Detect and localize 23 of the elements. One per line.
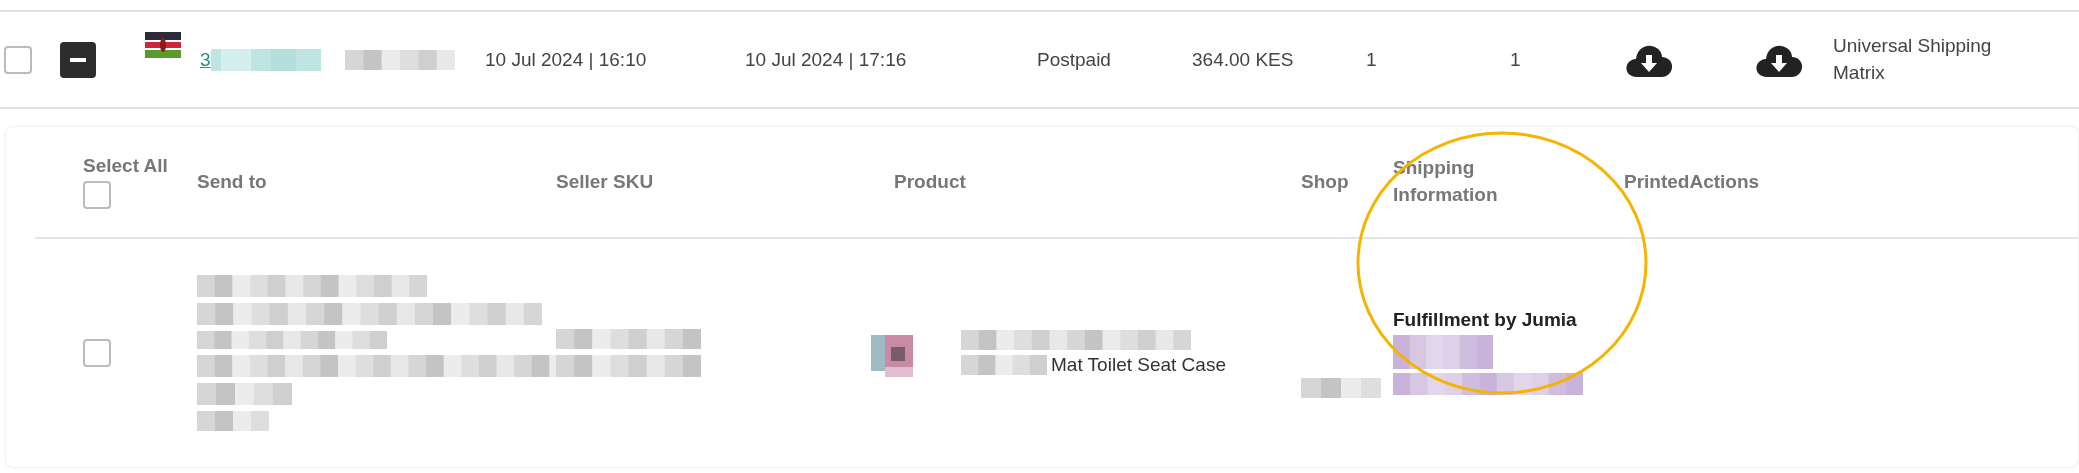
column-header: Product — [894, 169, 966, 194]
row-checkbox[interactable] — [83, 339, 111, 367]
row-checkbox[interactable] — [4, 45, 32, 74]
column-header: Shop — [1301, 169, 1349, 194]
product-name: Mat Toilet Seat Case — [1051, 354, 1226, 376]
order-amount: 364.00 KES — [1192, 48, 1295, 71]
column-header: Send to — [197, 169, 267, 194]
flag-icon — [145, 32, 181, 58]
minus-icon — [70, 57, 86, 62]
column-header: Seller SKU — [556, 169, 654, 194]
column-header: Actions — [1689, 169, 1760, 194]
payment-method: Postpaid — [1037, 48, 1112, 71]
shipping-info: Fulfillment by Jumia — [1393, 309, 1578, 331]
quantity-text: 1 — [1510, 48, 1522, 71]
select-all-checkbox[interactable] — [83, 181, 111, 209]
column-header: Printed — [1624, 169, 1690, 194]
collapse-button[interactable] — [60, 41, 96, 78]
select-all-label: Select All — [83, 155, 169, 177]
created-date: 10 Jul 2024 | 16:10 — [485, 48, 648, 71]
redacted-block — [197, 411, 269, 431]
shipping-method: Universal Shipping Matrix — [1833, 33, 1993, 85]
updated-date: 10 Jul 2024 | 17:16 — [745, 48, 908, 71]
quantity-text: 1 — [1366, 48, 1378, 71]
